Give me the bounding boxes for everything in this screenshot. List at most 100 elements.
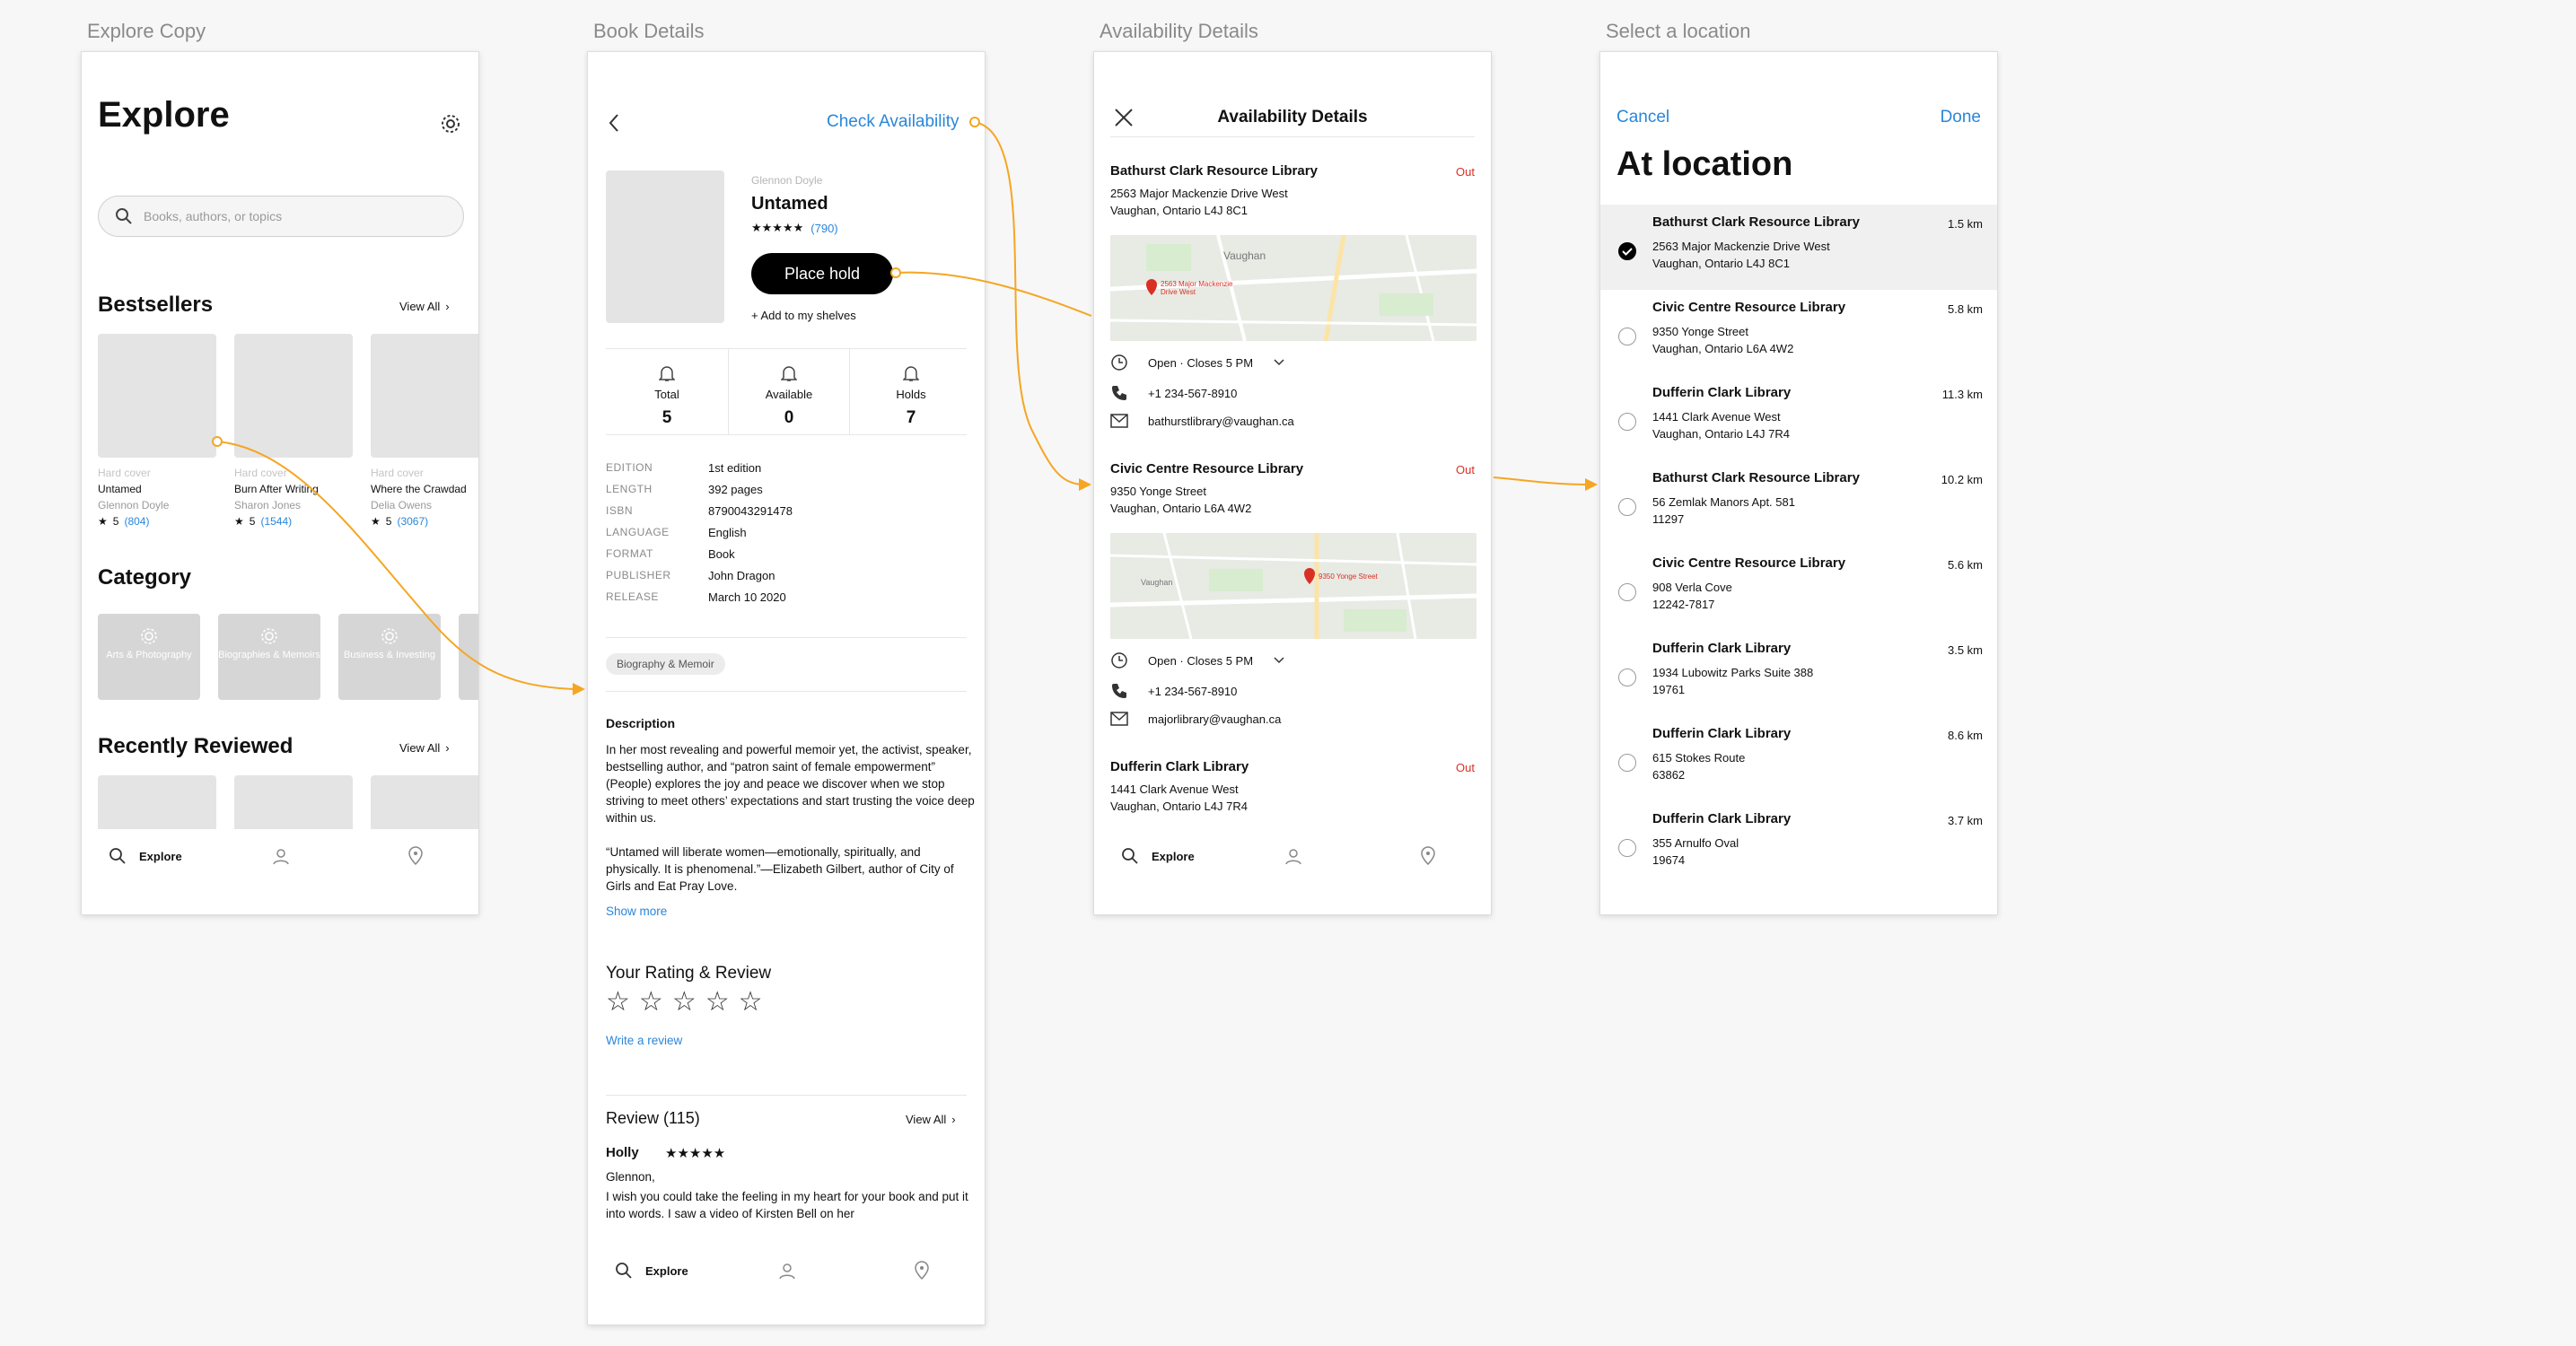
review-view-all[interactable]: View All › [906, 1113, 956, 1126]
chevron-right-icon: › [445, 741, 450, 755]
check-availability-link[interactable]: Check Availability [827, 112, 959, 132]
description-heading: Description [606, 716, 676, 730]
book-cover[interactable] [371, 334, 478, 458]
email-row[interactable]: majorlibrary@vaughan.ca [1110, 712, 1281, 726]
location-option[interactable]: Bathurst Clark Resource Library 56 Zemla… [1600, 460, 1997, 546]
star-outline-icon[interactable]: ☆ [739, 989, 763, 1016]
add-to-shelves-link[interactable]: + Add to my shelves [751, 309, 856, 322]
tab-profile[interactable] [272, 847, 290, 865]
artboard-title-explore: Explore Copy [87, 20, 206, 42]
location-pin-icon [913, 1261, 931, 1280]
library-address: 2563 Major Mackenzie Drive West Vaughan, … [1110, 187, 1288, 217]
radio-icon[interactable] [1618, 754, 1636, 772]
select-location-screen: Cancel Done At location Bathurst Clark R… [1599, 51, 1998, 915]
phone-row[interactable]: +1 234-567-8910 [1110, 384, 1237, 402]
page-title: Availability Details [1217, 108, 1368, 127]
tab-profile[interactable] [778, 1262, 796, 1280]
library-address: 9350 Yonge Street Vaughan, Ontario L6A 4W… [1110, 485, 1252, 515]
book-cover[interactable] [234, 334, 353, 458]
location-address: 615 Stokes Route 63862 [1652, 751, 1746, 782]
map-city-label: Vaughan [1223, 249, 1266, 262]
divider [606, 434, 967, 435]
divider [606, 637, 967, 638]
gear-icon[interactable] [440, 113, 461, 135]
explore-screen: Explore Books, authors, or topics Bestse… [81, 51, 479, 915]
map-view[interactable]: Vaughan 2563 Major Mackenzie Drive West [1110, 235, 1476, 341]
tab-profile[interactable] [1284, 847, 1302, 865]
location-option[interactable]: Dufferin Clark Library 1934 Lubowitz Par… [1600, 631, 1997, 716]
location-option[interactable]: Civic Centre Resource Library 9350 Yonge… [1600, 290, 1997, 375]
location-distance: 11.3 km [1941, 388, 1983, 401]
done-button[interactable]: Done [1941, 108, 1981, 127]
meta-row: ISBN 8790043291478 [606, 504, 793, 518]
radio-icon[interactable] [1618, 328, 1636, 345]
phone-row[interactable]: +1 234-567-8910 [1110, 682, 1237, 700]
book-item[interactable]: Hard cover Burn After Writing Sharon Jon… [234, 465, 360, 529]
back-icon[interactable] [608, 113, 620, 133]
genre-tag[interactable]: Biography & Memoir [606, 653, 725, 675]
star-outline-icon[interactable]: ☆ [705, 989, 730, 1016]
category-heading: Category [98, 565, 192, 590]
artboard-title-details: Book Details [593, 20, 705, 42]
tab-bar: Explore [82, 829, 478, 883]
bestsellers-view-all[interactable]: View All › [399, 300, 450, 313]
location-option[interactable]: Dufferin Clark Library 355 Arnulfo Oval 1… [1600, 801, 1997, 887]
category-tile[interactable] [459, 614, 478, 700]
star-outline-icon[interactable]: ☆ [606, 989, 630, 1016]
radio-icon[interactable] [1618, 413, 1636, 431]
recently-reviewed-view-all[interactable]: View All › [399, 741, 450, 755]
location-option[interactable]: Dufferin Clark Library 1441 Clark Avenue… [1600, 375, 1997, 460]
clock-icon [1110, 651, 1128, 669]
book-cover[interactable] [371, 775, 478, 829]
location-option[interactable]: Civic Centre Resource Library 908 Verla … [1600, 546, 1997, 631]
rating-stars-input[interactable]: ☆ ☆ ☆ ☆ ☆ [606, 989, 763, 1016]
location-option[interactable]: Bathurst Clark Resource Library 2563 Maj… [1600, 205, 1997, 290]
star-icon: ★ [371, 515, 381, 528]
category-tile[interactable]: Arts & Photography [98, 614, 200, 700]
cancel-button[interactable]: Cancel [1617, 108, 1669, 127]
stat-available: Available 0 [728, 348, 850, 434]
tab-location[interactable] [407, 846, 425, 866]
search-input[interactable]: Books, authors, or topics [98, 196, 464, 237]
star-outline-icon[interactable]: ☆ [639, 989, 663, 1016]
tab-explore[interactable]: Explore [109, 847, 182, 865]
location-distance: 1.5 km [1947, 217, 1983, 231]
email-row[interactable]: bathurstlibrary@vaughan.ca [1110, 414, 1294, 428]
book-cover[interactable] [98, 775, 216, 829]
gear-icon [139, 626, 159, 646]
check-circle-icon[interactable] [1618, 242, 1636, 260]
search-icon [109, 847, 127, 865]
show-more-link[interactable]: Show more [606, 905, 667, 918]
hours-row[interactable]: Open · Closes 5 PM [1110, 651, 1285, 669]
radio-icon[interactable] [1618, 669, 1636, 686]
tab-location[interactable] [913, 1261, 931, 1280]
write-review-link[interactable]: Write a review [606, 1034, 682, 1047]
tab-explore[interactable]: Explore [615, 1262, 688, 1280]
book-item[interactable]: Hard cover Where the Crawdad Delia Owens… [371, 465, 478, 529]
map-address-label: 2563 Major Mackenzie Drive West [1161, 280, 1233, 296]
category-tile[interactable]: Business & Investing [338, 614, 441, 700]
location-address: 2563 Major Mackenzie Drive West Vaughan, … [1652, 240, 1830, 270]
artboard-title-availability: Availability Details [1100, 20, 1258, 42]
tab-location[interactable] [1419, 846, 1437, 866]
book-cover[interactable] [234, 775, 353, 829]
location-distance: 3.7 km [1947, 814, 1983, 827]
radio-icon[interactable] [1618, 839, 1636, 857]
location-distance: 8.6 km [1947, 729, 1983, 742]
radio-icon[interactable] [1618, 583, 1636, 601]
book-item[interactable]: Hard cover Untamed Glennon Doyle ★ 5 (804) [98, 465, 223, 529]
category-tile[interactable]: Biographies & Memoirs [218, 614, 320, 700]
chevron-down-icon [1273, 358, 1285, 367]
chevron-right-icon: › [951, 1113, 956, 1126]
review-body: I wish you could take the feeling in my … [606, 1190, 968, 1220]
star-outline-icon[interactable]: ☆ [672, 989, 697, 1016]
mail-icon [1110, 712, 1128, 726]
book-cover[interactable] [98, 334, 216, 458]
place-hold-button[interactable]: Place hold [751, 253, 893, 294]
map-view[interactable]: Vaughan 9350 Yonge Street [1110, 533, 1476, 639]
divider [606, 691, 967, 692]
tab-explore[interactable]: Explore [1121, 847, 1195, 865]
radio-icon[interactable] [1618, 498, 1636, 516]
location-option[interactable]: Dufferin Clark Library 615 Stokes Route 6… [1600, 716, 1997, 801]
hours-row[interactable]: Open · Closes 5 PM [1110, 354, 1285, 371]
